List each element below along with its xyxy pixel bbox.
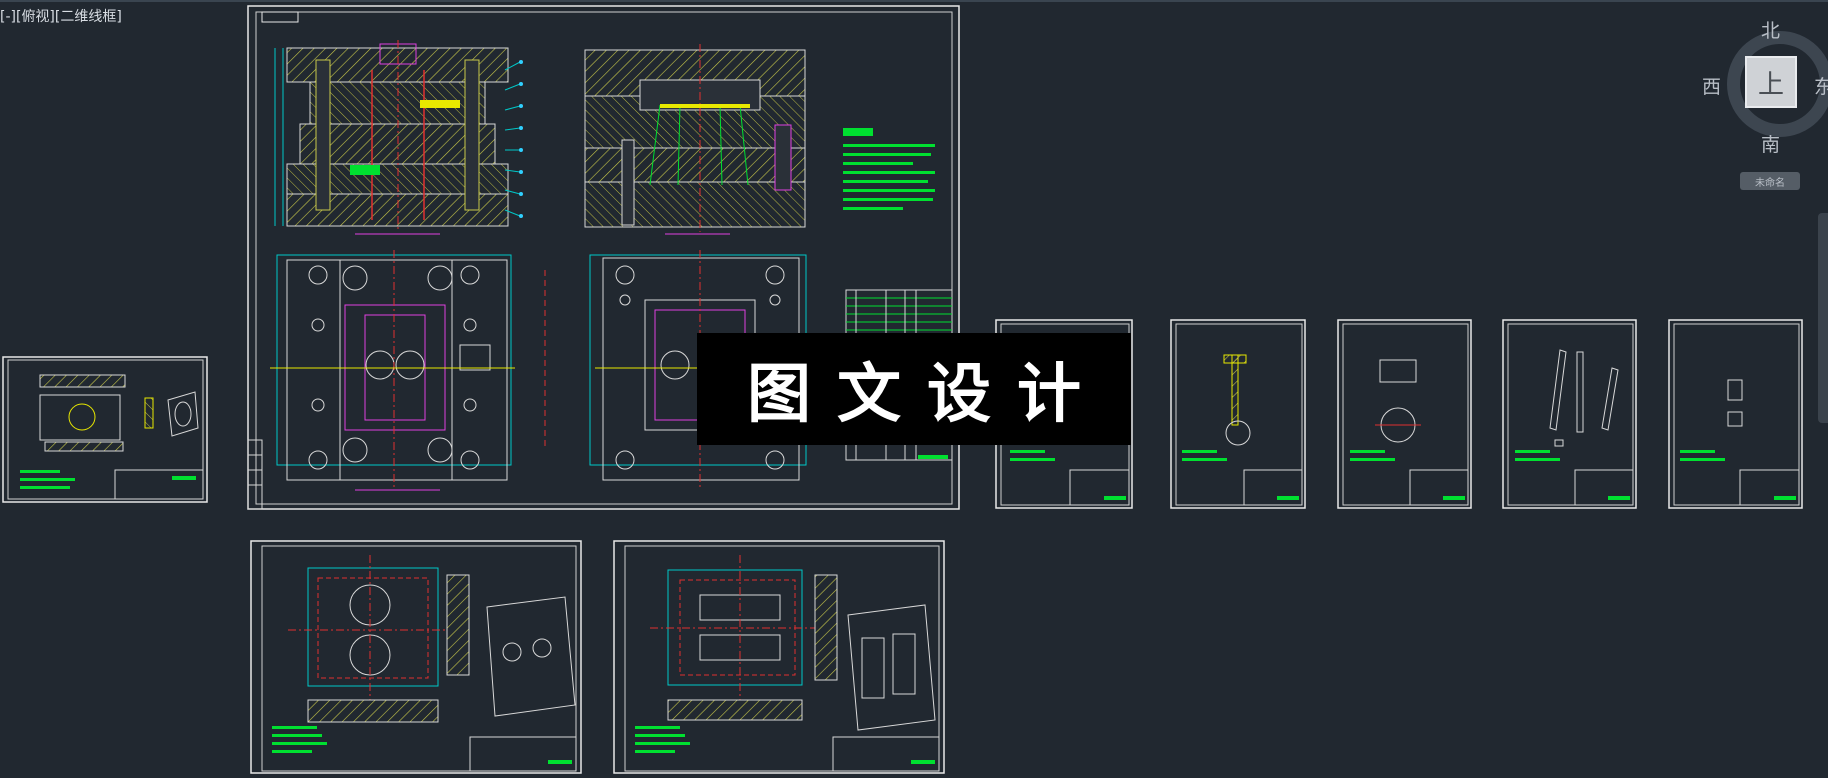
navigation-bar[interactable] bbox=[1818, 213, 1828, 423]
watermark-label: 图文设计 bbox=[697, 333, 1131, 445]
moving-half-plan-view[interactable] bbox=[270, 250, 546, 491]
part-sheet-5[interactable] bbox=[1668, 319, 1803, 509]
compass-east[interactable]: 东 bbox=[1814, 72, 1828, 99]
front-section-view[interactable] bbox=[274, 40, 523, 235]
viewport-controls-label[interactable]: [-][俯视][二维线框] bbox=[0, 6, 122, 26]
ucs-menu-button[interactable]: 未命名 bbox=[1740, 172, 1800, 190]
viewcube-top-face[interactable]: 上 bbox=[1745, 56, 1797, 108]
part-sheet-2[interactable] bbox=[1170, 319, 1306, 509]
side-section-view[interactable] bbox=[584, 44, 806, 235]
compass-north[interactable]: 北 bbox=[1761, 16, 1780, 43]
part-sheet-4[interactable] bbox=[1502, 319, 1637, 509]
model-space-viewport[interactable]: [-][俯视][二维线框] 图文设计 上 北 南 西 东 未命名 bbox=[0, 0, 1828, 778]
compass-west[interactable]: 西 bbox=[1702, 72, 1721, 99]
part-sheet-3[interactable] bbox=[1337, 319, 1472, 509]
technical-requirements bbox=[843, 128, 935, 210]
compass-south[interactable]: 南 bbox=[1761, 130, 1780, 157]
viewcube[interactable]: 上 北 南 西 东 未命名 bbox=[1700, 10, 1828, 200]
cavity-plate-sheet[interactable] bbox=[250, 540, 582, 774]
core-plate-sheet[interactable] bbox=[613, 540, 945, 774]
part-sheet-left[interactable] bbox=[2, 356, 208, 503]
